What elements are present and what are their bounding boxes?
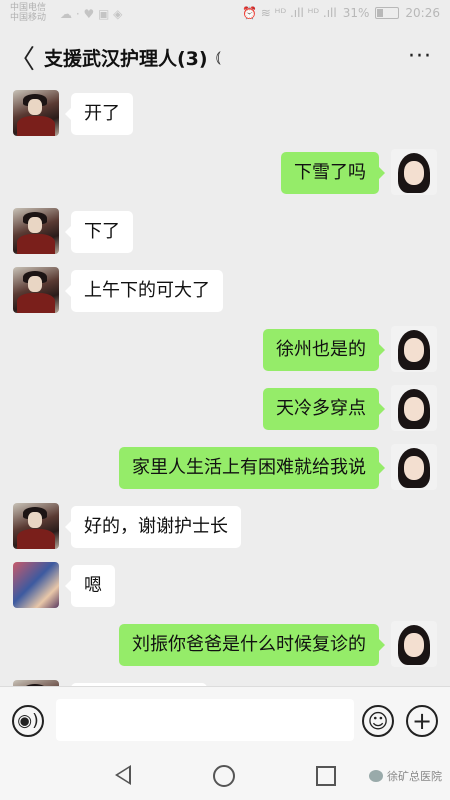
message-bubble[interactable]: 上午下的可大了	[65, 270, 223, 312]
self-avatar[interactable]	[391, 444, 437, 490]
message-bubble[interactable]: 徐州也是的	[263, 329, 385, 371]
status-bar: 中国电信 中国移动 ☁ · ♥ ▣ ◈ ⏰ ≋ ᴴᴰ .ıll ᴴᴰ .ıll …	[0, 0, 450, 28]
mute-icon: ⦅	[215, 47, 221, 66]
notification-icons: ☁ · ♥ ▣ ◈	[60, 7, 123, 21]
clock: 20:26	[405, 6, 440, 20]
voice-input-icon[interactable]: ◉)	[12, 705, 44, 737]
message-row: 下了	[0, 208, 450, 256]
more-options-icon[interactable]: ···	[408, 44, 432, 69]
message-bubble[interactable]: 开了	[65, 93, 133, 135]
system-nav-bar: 徐矿总医院	[0, 752, 450, 800]
input-bar: ◉) ☺ +	[0, 686, 450, 753]
message-row: 开了	[0, 90, 450, 138]
message-row: 好的，谢谢护士长	[0, 503, 450, 551]
emoji-icon[interactable]: ☺	[362, 705, 394, 737]
nav-back-icon[interactable]	[115, 765, 131, 785]
message-row: 下雪了吗	[0, 149, 450, 197]
message-row: 上午下的可大了	[0, 267, 450, 315]
message-row: 嗯	[0, 562, 450, 610]
plus-icon[interactable]: +	[406, 705, 438, 737]
message-row: 徐州也是的	[0, 326, 450, 374]
message-bubble[interactable]: 下了	[65, 211, 133, 253]
message-row: 天冷多穿点	[0, 385, 450, 433]
message-bubble[interactable]: 天冷多穿点	[263, 388, 385, 430]
message-input[interactable]	[56, 699, 354, 741]
message-bubble[interactable]: 嗯	[65, 565, 115, 607]
message-bubble[interactable]: 家里人生活上有困难就给我说	[119, 447, 385, 489]
carrier-1: 中国电信	[10, 3, 47, 13]
signal-icons: ⏰ ≋ ᴴᴰ .ıll ᴴᴰ .ıll	[242, 6, 337, 20]
sender-avatar[interactable]	[13, 503, 59, 549]
chat-header: 〈 支援武汉护理人(3) ⦅ ···	[0, 28, 450, 86]
chat-title: 支援武汉护理人(3)	[44, 47, 208, 70]
self-avatar[interactable]	[391, 149, 437, 195]
self-avatar[interactable]	[391, 385, 437, 431]
battery-percent: 31%	[342, 6, 370, 20]
message-bubble[interactable]: 好的，谢谢护士长	[65, 506, 241, 548]
carrier-info: 中国电信 中国移动	[10, 3, 46, 23]
watermark-text: 徐矿总医院	[387, 770, 442, 783]
message-list[interactable]: 开了 下雪了吗 下了 上午下的可大了 徐州也是的 天冷多穿点 家里人生活上有困难…	[0, 86, 450, 686]
message-row: 家里人生活上有困难就给我说	[0, 444, 450, 492]
carrier-2: 中国移动	[10, 13, 47, 23]
message-bubble[interactable]: 下雪了吗	[281, 152, 385, 194]
self-avatar[interactable]	[391, 621, 437, 667]
battery-icon	[375, 7, 400, 19]
sender-avatar[interactable]	[13, 267, 59, 313]
message-row: 刘振你爸爸是什么时候复诊的	[0, 621, 450, 669]
sender-avatar[interactable]	[13, 208, 59, 254]
chevron-left-icon[interactable]: 〈	[2, 39, 42, 76]
sender-avatar[interactable]	[13, 90, 59, 136]
nav-home-icon[interactable]	[213, 765, 235, 787]
message-bubble[interactable]: 刘振你爸爸是什么时候复诊的	[119, 624, 385, 666]
self-avatar[interactable]	[391, 326, 437, 372]
photo-avatar[interactable]	[13, 562, 59, 608]
status-right: ⏰ ≋ ᴴᴰ .ıll ᴴᴰ .ıll 31% 20:26	[242, 6, 440, 20]
nav-recents-icon[interactable]	[316, 766, 336, 786]
wechat-logo-icon	[369, 770, 383, 782]
watermark: 徐矿总医院	[369, 768, 442, 784]
